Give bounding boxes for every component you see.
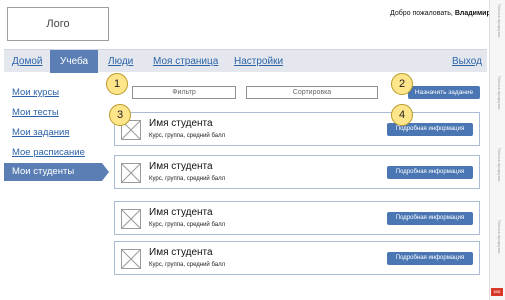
student-name: Имя студента — [149, 161, 213, 172]
image-placeholder-icon — [121, 163, 141, 183]
sidebar-item-students[interactable]: Мои студенты — [4, 163, 102, 181]
nav-item-home[interactable]: Домой — [12, 50, 42, 73]
welcome-prefix: Добро пожаловать, — [390, 10, 453, 17]
sidebar-item-tests[interactable]: Мои тесты — [12, 107, 59, 118]
student-name: Имя студента — [149, 207, 213, 218]
scrollbar-label: Полоса прокрутки — [497, 76, 502, 110]
nav-item-my-page[interactable]: Моя страница — [153, 50, 218, 73]
main-nav: Домой Учеба Люди Моя страница Настройки … — [4, 49, 487, 73]
student-name: Имя студента — [149, 247, 213, 258]
student-meta: Курс, группа, средний балл — [149, 133, 226, 139]
details-button[interactable]: Подробная информация — [387, 166, 473, 179]
annotation-marker-2: 2 — [391, 73, 413, 95]
sidebar-item-courses[interactable]: Мои курсы — [12, 87, 59, 98]
student-card: Имя студента Курс, группа, средний балл … — [114, 155, 480, 189]
sidebar-item-assignments[interactable]: Мои задания — [12, 127, 69, 138]
student-meta: Курс, группа, средний балл — [149, 222, 226, 228]
page-number-badge: 608 — [491, 288, 503, 296]
student-meta: Курс, группа, средний балл — [149, 262, 226, 268]
nav-item-settings[interactable]: Настройки — [234, 50, 283, 73]
student-name: Имя студента — [149, 118, 213, 129]
nav-item-people[interactable]: Люди — [108, 50, 133, 73]
annotation-marker-3: 3 — [109, 104, 131, 126]
filter-input[interactable]: Фильтр — [132, 86, 236, 99]
student-photo-placeholder — [121, 209, 141, 229]
scrollbar-label: Полоса прокрутки — [497, 148, 502, 182]
student-meta: Курс, группа, средний балл — [149, 176, 226, 182]
student-card: Имя студента Курс, группа, средний балл … — [114, 201, 480, 235]
assign-task-button[interactable]: Назначить задание — [408, 86, 480, 99]
image-placeholder-icon — [121, 209, 141, 229]
student-photo-placeholder — [121, 249, 141, 269]
username: Владимир — [454, 10, 491, 17]
logout-link[interactable]: Выход — [452, 50, 482, 73]
student-card: Имя студента Курс, группа, средний балл … — [114, 241, 480, 275]
annotation-marker-1: 1 — [106, 73, 128, 95]
nav-item-study[interactable]: Учеба — [50, 50, 99, 73]
sidebar-item-schedule[interactable]: Мое расписание — [12, 147, 85, 158]
scrollbar-label: Полоса прокрутки — [497, 220, 502, 254]
details-button[interactable]: Подробная информация — [387, 212, 473, 225]
logo: Лого — [7, 7, 109, 41]
scrollbar-label: Полоса прокрутки — [497, 4, 502, 38]
logo-text: Лого — [46, 18, 70, 30]
image-placeholder-icon — [121, 249, 141, 269]
sidebar-active-arrow — [102, 163, 109, 181]
details-button[interactable]: Подробная информация — [387, 252, 473, 265]
welcome-message: Добро пожаловать, Владимир — [390, 10, 491, 17]
sort-input[interactable]: Сортировка — [246, 86, 378, 99]
scrollbar-panel[interactable]: Полоса прокрутки Полоса прокрутки Полоса… — [489, 0, 505, 300]
sidebar-item-students-label: Мои студенты — [12, 166, 75, 177]
student-card: Имя студента Курс, группа, средний балл … — [114, 112, 480, 146]
annotation-marker-4: 4 — [391, 104, 413, 126]
student-photo-placeholder — [121, 163, 141, 183]
